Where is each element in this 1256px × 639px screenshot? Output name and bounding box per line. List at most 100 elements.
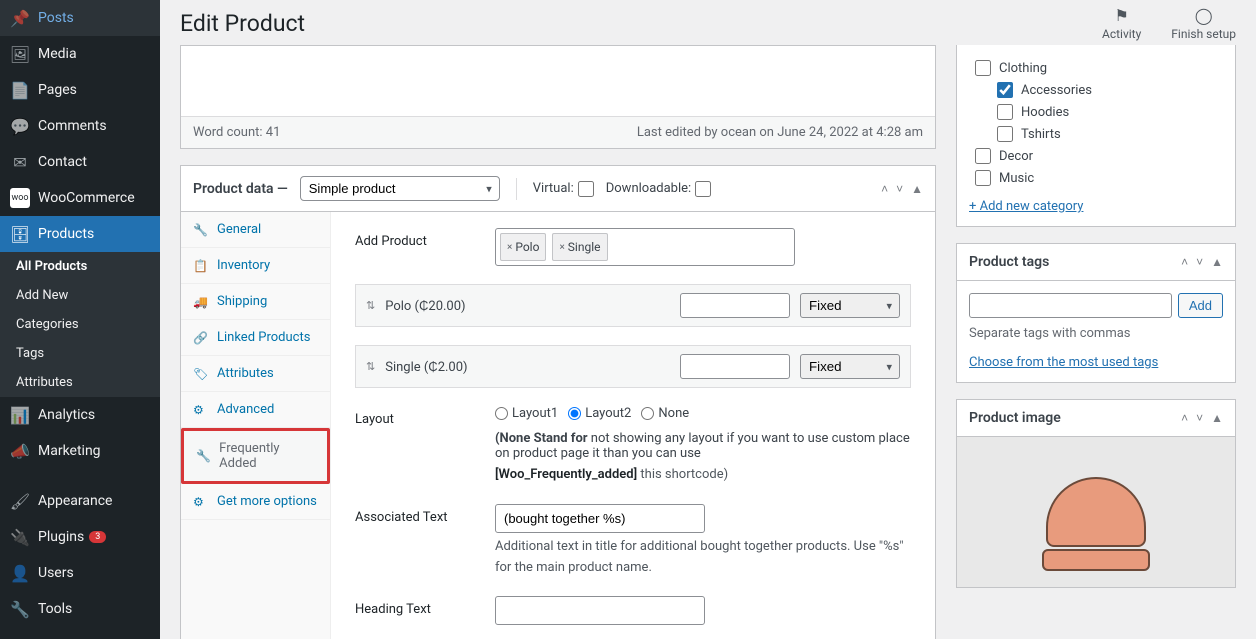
assoc-text-input[interactable] bbox=[495, 504, 705, 533]
label: Activity bbox=[1102, 27, 1141, 41]
tab-linked-products[interactable]: 🔗Linked Products bbox=[181, 320, 330, 356]
tab-shipping[interactable]: 🚚Shipping bbox=[181, 284, 330, 320]
label: All Products bbox=[16, 259, 87, 274]
move-up-icon[interactable]: ˄ bbox=[881, 182, 888, 196]
cat-hoodies-checkbox[interactable] bbox=[997, 104, 1013, 120]
layout1-radio[interactable] bbox=[495, 407, 508, 420]
submenu-attributes[interactable]: Attributes bbox=[0, 368, 160, 397]
product-image-panel: Product image ˄ ˅ ▲ bbox=[956, 399, 1236, 588]
sidebar-item-settings[interactable]: ⚙Settings bbox=[0, 627, 160, 639]
product-row: ⇅ Polo (₵20.00) Fixed bbox=[355, 284, 911, 327]
label: Add New bbox=[16, 288, 68, 303]
sidebar-item-tools[interactable]: 🔧Tools bbox=[0, 591, 160, 627]
sidebar-item-marketing[interactable]: 📣Marketing bbox=[0, 433, 160, 469]
product-row-value-input[interactable] bbox=[680, 293, 790, 318]
product-type-select[interactable]: Simple product bbox=[300, 176, 500, 201]
product-row-mode-select[interactable]: Fixed bbox=[800, 354, 900, 379]
layout2-radio[interactable] bbox=[568, 407, 581, 420]
remove-tag-icon[interactable]: × bbox=[507, 242, 512, 253]
toggle-panel-icon[interactable]: ▲ bbox=[1211, 255, 1223, 269]
tag-icon: 🏷 bbox=[193, 367, 209, 381]
cat-music-checkbox[interactable] bbox=[975, 170, 991, 186]
label: WooCommerce bbox=[38, 190, 135, 206]
assoc-help-text: Additional text in title for additional … bbox=[495, 537, 911, 579]
sidebar-item-comments[interactable]: 💬Comments bbox=[0, 108, 160, 144]
add-product-tagbox[interactable]: ×Polo ×Single bbox=[495, 228, 795, 266]
editor-panel: Word count: 41 Last edited by ocean on J… bbox=[180, 45, 936, 149]
submenu-all-products[interactable]: All Products bbox=[0, 252, 160, 281]
assoc-text-label: Associated Text bbox=[355, 504, 475, 525]
tab-advanced[interactable]: ⚙Advanced bbox=[181, 392, 330, 428]
flag-icon: ⚑ bbox=[1102, 6, 1141, 25]
toggle-panel-icon[interactable]: ▲ bbox=[911, 182, 923, 196]
virtual-checkbox[interactable] bbox=[578, 181, 594, 197]
sidebar-item-pages[interactable]: 📄Pages bbox=[0, 72, 160, 108]
admin-sidebar: 📌Posts 🖼Media 📄Pages 💬Comments ✉Contact … bbox=[0, 0, 160, 639]
cat-label: Tshirts bbox=[1021, 127, 1061, 142]
sidebar-item-woocommerce[interactable]: wooWooCommerce bbox=[0, 180, 160, 216]
downloadable-checkbox[interactable] bbox=[695, 181, 711, 197]
cat-accessories-checkbox[interactable] bbox=[997, 82, 1013, 98]
remove-tag-icon[interactable]: × bbox=[559, 242, 564, 253]
product-tags-title: Product tags bbox=[969, 254, 1049, 270]
submenu-add-new[interactable]: Add New bbox=[0, 281, 160, 310]
choose-tags-link[interactable]: Choose from the most used tags bbox=[969, 355, 1158, 370]
submenu-tags[interactable]: Tags bbox=[0, 339, 160, 368]
media-icon: 🖼 bbox=[10, 44, 30, 64]
product-row-value-input[interactable] bbox=[680, 354, 790, 379]
add-category-link[interactable]: + Add new category bbox=[969, 199, 1223, 214]
word-count: Word count: 41 bbox=[193, 125, 280, 140]
move-up-icon[interactable]: ˄ bbox=[1181, 411, 1188, 425]
label: Plugins bbox=[38, 529, 84, 545]
move-up-icon[interactable]: ˄ bbox=[1181, 255, 1188, 269]
drag-handle-icon[interactable]: ⇅ bbox=[366, 299, 375, 312]
submenu-categories[interactable]: Categories bbox=[0, 310, 160, 339]
tab-attributes[interactable]: 🏷Attributes bbox=[181, 356, 330, 392]
comments-icon: 💬 bbox=[10, 116, 30, 136]
sidebar-item-products[interactable]: 🗄Products bbox=[0, 216, 160, 252]
sidebar-item-plugins[interactable]: 🔌Plugins3 bbox=[0, 519, 160, 555]
cat-label: Decor bbox=[999, 149, 1033, 164]
label: Categories bbox=[16, 317, 79, 332]
cat-decor-checkbox[interactable] bbox=[975, 148, 991, 164]
cat-tshirts-checkbox[interactable] bbox=[997, 126, 1013, 142]
finish-setup-button[interactable]: ◯Finish setup bbox=[1171, 6, 1236, 41]
cat-label: Accessories bbox=[1021, 83, 1092, 98]
label: Products bbox=[38, 226, 94, 242]
tab-get-more-options[interactable]: ⚙Get more options bbox=[181, 484, 330, 520]
move-down-icon[interactable]: ˅ bbox=[896, 182, 903, 196]
sidebar-item-posts[interactable]: 📌Posts bbox=[0, 0, 160, 36]
mail-icon: ✉ bbox=[10, 152, 30, 172]
label: Attributes bbox=[16, 375, 73, 390]
tab-frequently-added[interactable]: 🔧Frequently Added bbox=[181, 428, 330, 484]
tab-inventory[interactable]: 📋Inventory bbox=[181, 248, 330, 284]
sidebar-item-contact[interactable]: ✉Contact bbox=[0, 144, 160, 180]
product-image-thumbnail[interactable] bbox=[957, 437, 1235, 587]
product-row: ⇅ Single (₵2.00) Fixed bbox=[355, 345, 911, 388]
virtual-label: Virtual: bbox=[533, 181, 574, 196]
move-down-icon[interactable]: ˅ bbox=[1196, 255, 1203, 269]
sidebar-item-appearance[interactable]: 🖌Appearance bbox=[0, 483, 160, 519]
editor-content[interactable] bbox=[181, 46, 935, 116]
activity-button[interactable]: ⚑ Activity bbox=[1102, 6, 1141, 41]
wrench-icon: 🔧 bbox=[196, 449, 211, 463]
tag-input[interactable] bbox=[969, 293, 1172, 318]
product-row-mode-select[interactable]: Fixed bbox=[800, 293, 900, 318]
tab-general[interactable]: 🔧General bbox=[181, 212, 330, 248]
sidebar-item-media[interactable]: 🖼 Media bbox=[0, 36, 160, 72]
last-edit: Last edited by ocean on June 24, 2022 at… bbox=[637, 125, 923, 140]
heading-text-input[interactable] bbox=[495, 596, 705, 625]
cat-clothing-checkbox[interactable] bbox=[975, 60, 991, 76]
sidebar-item-users[interactable]: 👤Users bbox=[0, 555, 160, 591]
sidebar-item-analytics[interactable]: 📊Analytics bbox=[0, 397, 160, 433]
label: Media bbox=[38, 46, 77, 62]
add-tag-button[interactable]: Add bbox=[1178, 293, 1223, 318]
product-data-tabs: 🔧General 📋Inventory 🚚Shipping 🔗Linked Pr… bbox=[181, 212, 331, 639]
link-icon: 🔗 bbox=[193, 331, 209, 345]
product-tags-panel: Product tags ˄ ˅ ▲ Add Separate tags wit… bbox=[956, 243, 1236, 383]
products-submenu: All Products Add New Categories Tags Att… bbox=[0, 252, 160, 397]
layout-none-radio[interactable] bbox=[641, 407, 654, 420]
toggle-panel-icon[interactable]: ▲ bbox=[1211, 411, 1223, 425]
move-down-icon[interactable]: ˅ bbox=[1196, 411, 1203, 425]
drag-handle-icon[interactable]: ⇅ bbox=[366, 360, 375, 373]
